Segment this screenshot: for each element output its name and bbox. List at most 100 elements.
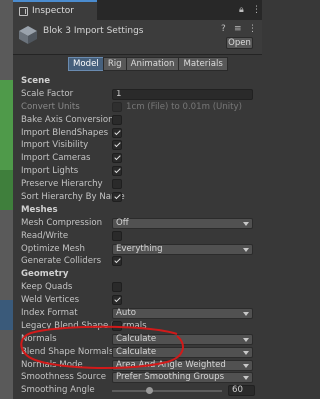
field-label: Keep Quads bbox=[21, 282, 73, 293]
row-index-format: Index Format Auto bbox=[13, 307, 262, 320]
smoothing-angle-input[interactable]: 60 bbox=[228, 385, 255, 397]
inspector-tab-label: Inspector bbox=[32, 6, 74, 16]
row-normals-mode: Normals Mode Area And Angle Weighted bbox=[13, 359, 262, 372]
field-label: Normals bbox=[21, 333, 57, 344]
tab-animation[interactable]: Animation bbox=[125, 57, 180, 71]
field-label: Generate Colliders bbox=[21, 256, 102, 267]
field-label: Normals Mode bbox=[21, 359, 83, 370]
asset-title: Blok 3 Import Settings bbox=[43, 26, 144, 36]
section-header: Geometry bbox=[21, 269, 69, 280]
field-label: Blend Shape Normals bbox=[21, 346, 114, 357]
field-label: Import Visibility bbox=[21, 140, 89, 151]
dropdown-value: Off bbox=[116, 217, 129, 228]
optimize-mesh-dropdown[interactable]: Everything bbox=[112, 243, 253, 255]
row-normals: Normals Calculate bbox=[13, 333, 262, 346]
import-cameras-checkbox[interactable] bbox=[112, 153, 122, 164]
row-import-visibility: Import Visibility bbox=[13, 139, 262, 152]
field-label: Bake Axis Conversion bbox=[21, 114, 114, 125]
scene-green-area-dark bbox=[0, 170, 13, 210]
scene-background bbox=[0, 0, 13, 399]
row-blend-shape-normals: Blend Shape Normals Calculate bbox=[13, 346, 262, 359]
field-label: Legacy Blend Shape Normals bbox=[21, 320, 147, 331]
preserve-hierarchy-checkbox[interactable] bbox=[112, 179, 122, 190]
menu-icon[interactable]: ⋮ bbox=[252, 3, 261, 17]
keep-quads-checkbox[interactable] bbox=[112, 282, 122, 293]
dropdown-arrow-icon bbox=[243, 350, 249, 355]
dropdown-arrow-icon bbox=[243, 312, 249, 317]
row-legacy-blend-shape-normals: Legacy Blend Shape Normals bbox=[13, 320, 262, 333]
row-import-blendshapes: Import BlendShapes bbox=[13, 127, 262, 140]
import-blendshapes-checkbox[interactable] bbox=[112, 127, 122, 138]
section-geometry: Geometry bbox=[13, 268, 262, 281]
window-tab-bar: Inspector 🔒︎ ⋮ bbox=[13, 0, 262, 20]
dropdown-value: Auto bbox=[116, 308, 136, 319]
dropdown-arrow-icon bbox=[243, 337, 249, 342]
blend-shape-normals-dropdown[interactable]: Calculate bbox=[112, 346, 253, 358]
scale-factor-input[interactable]: 1 bbox=[112, 88, 253, 100]
dropdown-value: Area And Angle Weighted bbox=[116, 359, 226, 370]
cube-icon bbox=[19, 26, 37, 44]
asset-header: Blok 3 Import Settings ? ≡ ⋮ Open bbox=[13, 20, 262, 55]
index-format-dropdown[interactable]: Auto bbox=[112, 308, 253, 320]
dropdown-value: Prefer Smoothing Groups bbox=[116, 372, 225, 383]
section-meshes: Meshes bbox=[13, 204, 262, 217]
inspector-icon bbox=[19, 6, 28, 16]
inspector-tab[interactable]: Inspector bbox=[13, 0, 97, 20]
tab-materials[interactable]: Materials bbox=[178, 57, 228, 71]
field-label: Weld Vertices bbox=[21, 295, 80, 306]
field-label: Import BlendShapes bbox=[21, 127, 109, 138]
settings-icon[interactable]: ⋮ bbox=[248, 24, 257, 34]
row-preserve-hierarchy: Preserve Hierarchy bbox=[13, 178, 262, 191]
row-smoothing-angle: Smoothing Angle 60 bbox=[13, 384, 262, 397]
field-label: Sort Hierarchy By Name bbox=[21, 192, 125, 203]
tab-model[interactable]: Model bbox=[68, 57, 104, 71]
row-optimize-mesh: Optimize Mesh Everything bbox=[13, 243, 262, 256]
row-convert-units: Convert Units 1cm (File) to 0.01m (Unity) bbox=[13, 101, 262, 114]
tab-rig[interactable]: Rig bbox=[102, 57, 127, 71]
open-button[interactable]: Open bbox=[226, 37, 253, 49]
bake-axis-conversion-checkbox[interactable] bbox=[112, 114, 122, 125]
dropdown-arrow-icon bbox=[243, 376, 249, 381]
dropdown-value: Everything bbox=[116, 243, 163, 254]
sort-hierarchy-by-name-checkbox[interactable] bbox=[112, 192, 122, 203]
scene-green-area bbox=[0, 80, 13, 170]
field-label: Scale Factor bbox=[21, 88, 74, 99]
row-weld-vertices: Weld Vertices bbox=[13, 294, 262, 307]
smoothing-angle-slider[interactable] bbox=[112, 387, 222, 395]
row-import-cameras: Import Cameras bbox=[13, 152, 262, 165]
lock-icon[interactable]: 🔒︎ bbox=[239, 3, 244, 17]
read-write-checkbox[interactable] bbox=[112, 230, 122, 241]
field-label: Mesh Compression bbox=[21, 217, 103, 228]
legacy-blend-shape-normals-checkbox[interactable] bbox=[112, 320, 122, 331]
section-scene: Scene bbox=[13, 75, 262, 88]
row-read-write: Read/Write bbox=[13, 230, 262, 243]
scene-blue-area bbox=[0, 300, 13, 330]
import-visibility-checkbox[interactable] bbox=[112, 140, 122, 151]
field-label: Smoothing Angle bbox=[21, 385, 95, 396]
dropdown-value: Calculate bbox=[116, 346, 157, 357]
model-settings-list: Scene Scale Factor 1 Convert Units 1cm (File… bbox=[13, 75, 262, 397]
row-smoothness-source: Smoothness Source Prefer Smoothing Groups bbox=[13, 371, 262, 384]
preset-icon[interactable]: ≡ bbox=[234, 24, 242, 34]
generate-colliders-checkbox[interactable] bbox=[112, 256, 122, 267]
help-icon[interactable]: ? bbox=[221, 24, 226, 34]
field-label: Smoothness Source bbox=[21, 372, 107, 383]
dropdown-arrow-icon bbox=[243, 221, 249, 226]
row-mesh-compression: Mesh Compression Off bbox=[13, 217, 262, 230]
convert-units-checkbox[interactable] bbox=[112, 101, 122, 112]
normals-mode-dropdown[interactable]: Area And Angle Weighted bbox=[112, 359, 253, 371]
mesh-compression-dropdown[interactable]: Off bbox=[112, 217, 253, 229]
dropdown-arrow-icon bbox=[243, 363, 249, 368]
row-import-lights: Import Lights bbox=[13, 165, 262, 178]
convert-units-hint: 1cm (File) to 0.01m (Unity) bbox=[126, 101, 242, 112]
dropdown-arrow-icon bbox=[243, 247, 249, 252]
inspector-panel: Inspector 🔒︎ ⋮ Blok 3 Import Settings ? … bbox=[13, 0, 262, 399]
field-label: Convert Units bbox=[21, 101, 80, 112]
weld-vertices-checkbox[interactable] bbox=[112, 295, 122, 306]
smoothness-source-dropdown[interactable]: Prefer Smoothing Groups bbox=[112, 372, 253, 384]
normals-dropdown[interactable]: Calculate bbox=[112, 333, 253, 345]
field-label: Read/Write bbox=[21, 230, 69, 241]
import-lights-checkbox[interactable] bbox=[112, 166, 122, 177]
slider-handle[interactable] bbox=[145, 387, 153, 395]
field-label: Optimize Mesh bbox=[21, 243, 85, 254]
